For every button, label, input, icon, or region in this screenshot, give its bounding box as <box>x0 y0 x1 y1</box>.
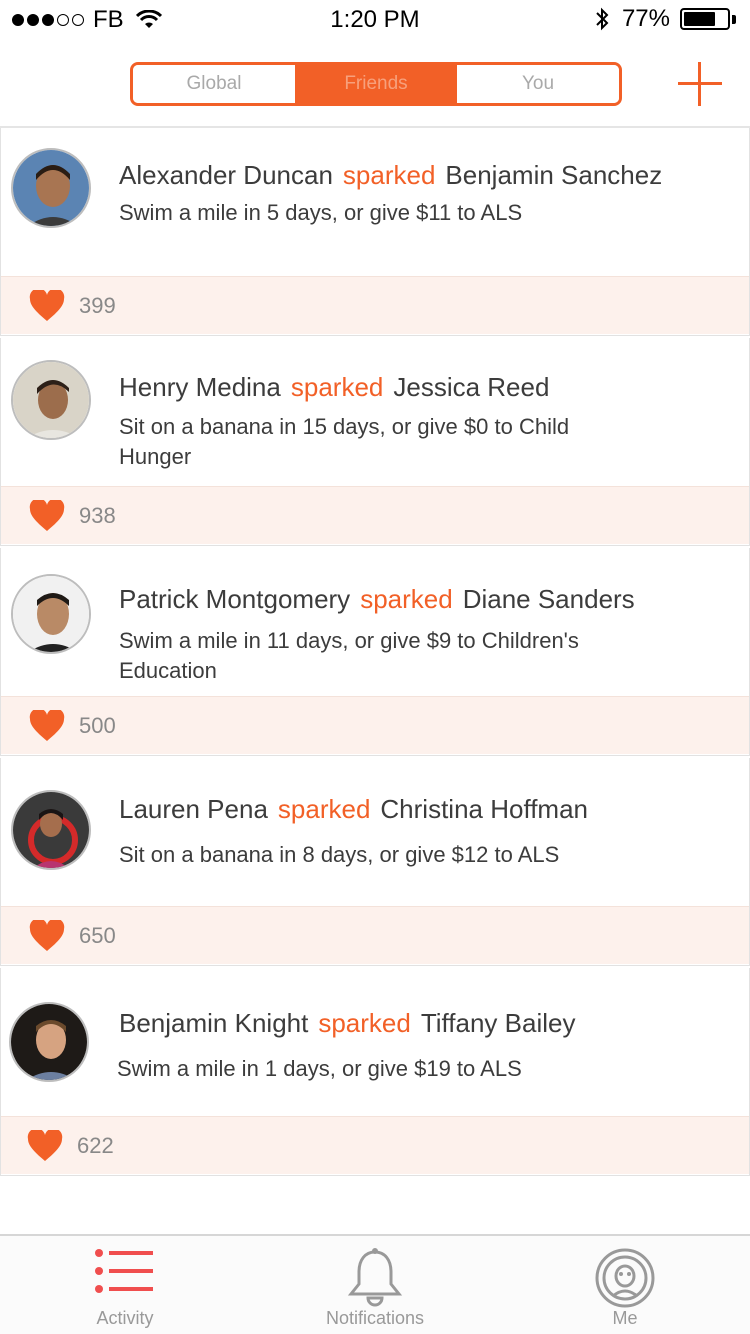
likes-bar: 622 <box>1 1116 749 1174</box>
heart-icon[interactable] <box>27 1129 63 1162</box>
actor-name[interactable]: Patrick Montgomery <box>119 584 350 614</box>
tab-you[interactable]: You <box>457 65 619 103</box>
avatar-image <box>13 150 89 226</box>
plus-icon-vertical <box>698 62 701 106</box>
feed-card[interactable]: Benjamin Knight sparked Tiffany Bailey Swi… <box>0 968 750 1176</box>
status-bar: FB 1:20 PM 77% <box>0 0 750 40</box>
avatar[interactable] <box>11 148 91 228</box>
like-count: 622 <box>77 1132 114 1158</box>
feed-card-title: Alexander Duncan sparked Benjamin Sanchez <box>119 160 729 191</box>
feed-card[interactable]: Lauren Pena sparked Christina Hoffman Sit … <box>0 758 750 966</box>
tab-label: Notifications <box>325 1308 425 1328</box>
challenge-text: Swim a mile in 1 days, or give $19 to AL… <box>117 1056 522 1081</box>
avatar[interactable] <box>11 790 91 870</box>
action-verb: sparked <box>360 584 453 614</box>
heart-icon[interactable] <box>29 289 65 322</box>
avatar[interactable] <box>9 1002 89 1082</box>
like-count: 500 <box>79 712 116 738</box>
tab-label: Activity <box>96 1308 154 1328</box>
feed-card-title: Lauren Pena sparked Christina Hoffman <box>119 794 729 825</box>
likes-bar: 399 <box>1 276 749 334</box>
challenge-text: Swim a mile in 11 days, or give $9 to Ch… <box>119 628 579 683</box>
like-count: 650 <box>79 922 116 948</box>
actor-name[interactable]: Henry Medina <box>119 372 281 402</box>
actor-name[interactable]: Alexander Duncan <box>119 160 333 190</box>
like-count: 399 <box>79 292 116 318</box>
challenge-text: Sit on a banana in 15 days, or give $0 t… <box>119 414 570 469</box>
battery-fill <box>684 12 716 26</box>
action-verb: sparked <box>290 372 384 402</box>
target-name[interactable]: Christina Hoffman <box>380 794 588 824</box>
battery-icon <box>680 8 730 30</box>
feed-card-title: Henry Medina sparked Jessica Reed <box>119 372 729 403</box>
list-icon <box>95 1249 153 1293</box>
tab-notifications[interactable]: Notifications <box>250 1236 500 1334</box>
likes-bar: 500 <box>1 696 749 754</box>
target-name[interactable]: Diane Sanders <box>463 584 635 614</box>
tab-global[interactable]: Global <box>133 65 295 103</box>
action-verb: sparked <box>318 1008 411 1038</box>
feed-card[interactable]: Patrick Montgomery sparked Diane Sanders S… <box>0 548 750 756</box>
action-verb: sparked <box>342 160 436 190</box>
profile-icon <box>595 1248 655 1308</box>
action-verb: sparked <box>277 794 371 824</box>
feed-card[interactable]: Henry Medina sparked Jessica Reed Sit on a… <box>0 338 750 546</box>
actor-name[interactable]: Lauren Pena <box>119 794 268 824</box>
likes-bar: 650 <box>1 906 749 964</box>
target-name[interactable]: Benjamin Sanchez <box>445 160 662 190</box>
add-challenge-button[interactable] <box>678 62 722 106</box>
battery-status: 77% <box>594 5 736 33</box>
bluetooth-icon <box>596 7 609 31</box>
heart-icon[interactable] <box>29 709 65 742</box>
likes-bar: 938 <box>1 486 749 544</box>
challenge-text: Sit on a banana in 8 days, or give $12 t… <box>119 842 560 867</box>
heart-icon[interactable] <box>29 499 65 532</box>
feed-filter-segmented-control: Global Friends You <box>130 62 622 106</box>
avatar[interactable] <box>11 360 91 440</box>
bell-icon <box>347 1248 403 1307</box>
avatar[interactable] <box>11 574 91 654</box>
tab-me[interactable]: Me <box>500 1236 750 1334</box>
feed-card[interactable]: Alexander Duncan sparked Benjamin Sanchez … <box>0 128 750 336</box>
battery-percent: 77% <box>621 5 670 32</box>
avatar-image <box>13 362 89 438</box>
target-name[interactable]: Tiffany Bailey <box>421 1008 576 1038</box>
tab-activity[interactable]: Activity <box>0 1236 250 1334</box>
like-count: 938 <box>79 502 116 528</box>
tab-friends[interactable]: Friends <box>295 65 457 103</box>
target-name[interactable]: Jessica Reed <box>393 372 549 402</box>
avatar-image <box>11 1004 87 1080</box>
tab-label: Me <box>612 1308 638 1328</box>
battery-tip <box>732 14 736 24</box>
challenge-text: Swim a mile in 5 days, or give $11 to AL… <box>119 200 523 225</box>
heart-icon[interactable] <box>29 919 65 952</box>
feed-card-title: Benjamin Knight sparked Tiffany Bailey <box>119 1008 729 1039</box>
actor-name[interactable]: Benjamin Knight <box>119 1008 308 1038</box>
avatar-image <box>13 576 89 652</box>
feed-card-title: Patrick Montgomery sparked Diane Sanders <box>119 584 729 615</box>
tab-bar: Activity Notifications Me <box>0 1234 750 1334</box>
avatar-image <box>13 792 89 868</box>
